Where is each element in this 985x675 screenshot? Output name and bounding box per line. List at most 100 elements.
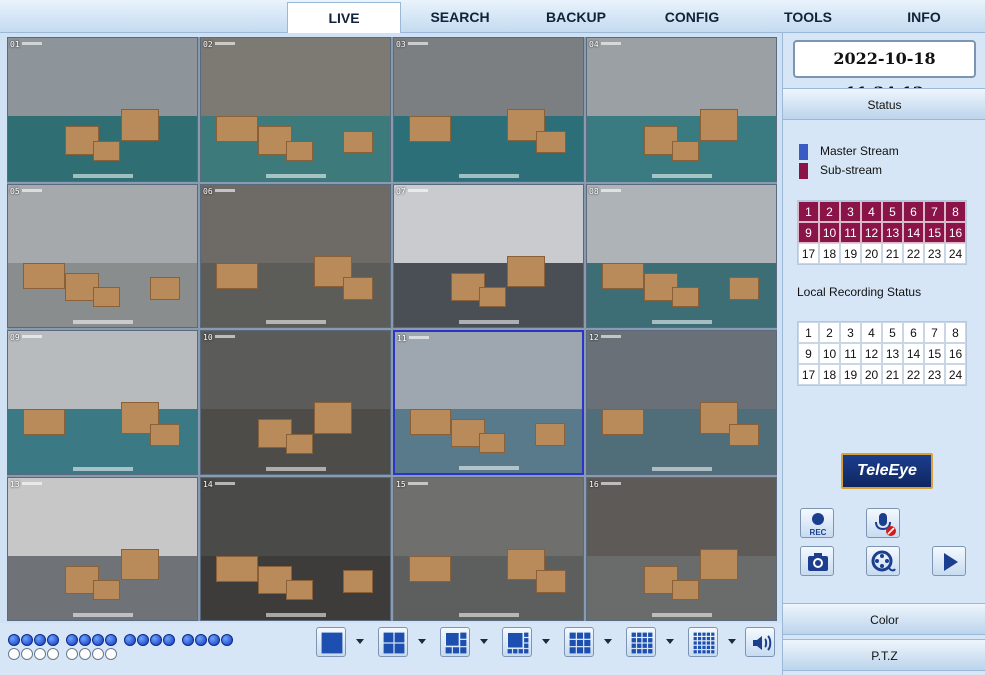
- status-header[interactable]: Status: [783, 88, 985, 120]
- camera-tile[interactable]: 09: [7, 330, 198, 475]
- channel-indicator-dot: [79, 648, 91, 660]
- tab-live[interactable]: LIVE: [287, 2, 401, 33]
- scene-box: [602, 262, 644, 289]
- camera-timestamp-overlay: [458, 613, 519, 617]
- teleeye-logo: TeleEye: [841, 453, 933, 489]
- camera-tile[interactable]: 08: [586, 183, 777, 328]
- camera-tile[interactable]: 04: [586, 37, 777, 182]
- tab-search[interactable]: SEARCH: [410, 2, 510, 33]
- legend-sub-stream: Sub-stream: [799, 163, 882, 179]
- camera-tile[interactable]: 13: [7, 476, 198, 621]
- recording-channel-cell: 23: [924, 364, 945, 385]
- camera-title-overlay: [22, 42, 42, 45]
- scene-box: [286, 140, 313, 161]
- stream-channel-cell: 20: [861, 243, 882, 264]
- camera-tile[interactable]: 12: [586, 330, 777, 475]
- camera-tile[interactable]: 07: [393, 183, 584, 328]
- camera-timestamp-overlay: [651, 320, 712, 324]
- camera-title-overlay: [409, 336, 429, 339]
- scene-box: [121, 109, 160, 141]
- scene-box: [535, 570, 566, 593]
- play-button[interactable]: [932, 546, 966, 576]
- play-icon: [944, 553, 958, 571]
- camera-tile[interactable]: 15: [393, 476, 584, 621]
- scene-box: [216, 555, 258, 582]
- tab-tools[interactable]: TOOLS: [758, 2, 858, 33]
- scene-box: [535, 130, 566, 154]
- channel-indicator-dot: [221, 634, 233, 646]
- audio-button[interactable]: [745, 627, 775, 657]
- layout-3x3-button[interactable]: [564, 627, 594, 657]
- microphone-mute-button[interactable]: [866, 508, 900, 538]
- tab-config[interactable]: CONFIG: [642, 2, 742, 33]
- scene-box: [507, 255, 546, 288]
- camera-timestamp-overlay: [651, 173, 712, 178]
- layout-1x1-button[interactable]: [316, 627, 346, 657]
- channel-indicator-dot: [21, 648, 33, 660]
- stream-channel-cell: 7: [924, 201, 945, 222]
- camera-title-overlay: [215, 335, 235, 338]
- layout-2x2-button[interactable]: [378, 627, 408, 657]
- channel-indicators: [8, 631, 240, 660]
- layout-dropdown-caret[interactable]: [542, 639, 550, 644]
- stream-channel-cell: 17: [798, 243, 819, 264]
- scene-box: [672, 580, 699, 601]
- recording-channel-cell: 20: [861, 364, 882, 385]
- channel-indicator-dot: [182, 634, 194, 646]
- camera-title-overlay: [408, 188, 428, 192]
- camera-timestamp-overlay: [651, 466, 712, 471]
- channel-indicator-dot: [34, 648, 46, 660]
- recording-channel-cell: 5: [882, 322, 903, 343]
- playback-reel-button[interactable]: [866, 546, 900, 576]
- camera-tile[interactable]: 10: [200, 330, 391, 475]
- recording-channel-cell: 18: [819, 364, 840, 385]
- camera-tile[interactable]: 02: [200, 37, 391, 182]
- scene-box: [672, 140, 699, 161]
- layout-dropdown-caret[interactable]: [728, 639, 736, 644]
- tab-backup[interactable]: BACKUP: [526, 2, 626, 33]
- channel-indicator-dot: [66, 648, 78, 660]
- layout-dropdown-caret[interactable]: [604, 639, 612, 644]
- camera-title-overlay: [22, 481, 42, 485]
- layout-dropdown-caret[interactable]: [356, 639, 364, 644]
- channel-indicator-dot: [163, 634, 175, 646]
- sub-stream-swatch: [799, 163, 808, 179]
- ptz-header[interactable]: P.T.Z: [783, 639, 985, 671]
- svg-text:REC: REC: [810, 528, 827, 537]
- camera-tile[interactable]: 16: [586, 476, 777, 621]
- camera-tile[interactable]: 14: [200, 476, 391, 621]
- indicator-row: [8, 631, 240, 646]
- camera-tile[interactable]: 05: [7, 183, 198, 328]
- layout-1+7-button[interactable]: [502, 627, 532, 657]
- channel-indicator-dot: [124, 634, 136, 646]
- channel-indicator-dot: [137, 634, 149, 646]
- camera-number: 03: [396, 40, 406, 49]
- snapshot-button[interactable]: [800, 546, 834, 576]
- camera-tile[interactable]: 11: [393, 330, 584, 475]
- recording-channel-cell: 6: [903, 322, 924, 343]
- color-header[interactable]: Color: [783, 603, 985, 635]
- layout-dropdown-caret[interactable]: [418, 639, 426, 644]
- stream-channel-cell: 19: [840, 243, 861, 264]
- scene-box: [286, 580, 313, 601]
- camera-tile[interactable]: 01: [7, 37, 198, 182]
- camera-number: 10: [203, 333, 213, 342]
- scene-box: [216, 116, 258, 143]
- tab-info[interactable]: INFO: [874, 2, 974, 33]
- record-button[interactable]: REC: [800, 508, 834, 538]
- recording-channel-cell: 9: [798, 343, 819, 364]
- camera-tile[interactable]: 06: [200, 183, 391, 328]
- layout-dropdown-caret[interactable]: [666, 639, 674, 644]
- camera-number: 07: [396, 186, 406, 196]
- camera-tile[interactable]: 03: [393, 37, 584, 182]
- layout-1+5-button[interactable]: [440, 627, 470, 657]
- recording-channel-cell: 11: [840, 343, 861, 364]
- layout-dropdown-caret[interactable]: [480, 639, 488, 644]
- camera-title-overlay: [22, 335, 42, 338]
- layout-4x4-button[interactable]: [626, 627, 656, 657]
- stream-channel-cell: 12: [861, 222, 882, 243]
- camera-timestamp-overlay: [72, 320, 133, 324]
- grid-layout-icon: [507, 632, 529, 654]
- stream-channel-cell: 24: [945, 243, 966, 264]
- layout-5x5-button[interactable]: [688, 627, 718, 657]
